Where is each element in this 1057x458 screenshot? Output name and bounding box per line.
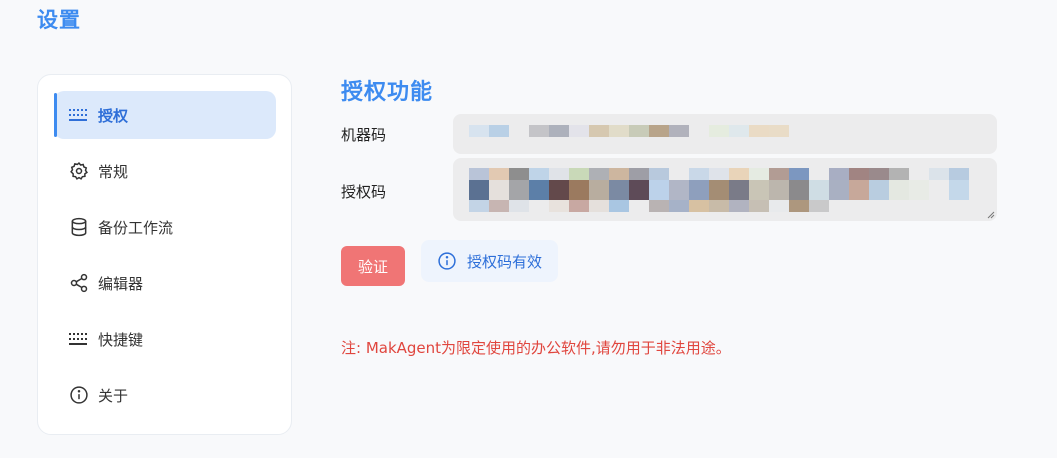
machine-code-field[interactable]	[453, 114, 997, 154]
sidebar-item-label: 关于	[98, 386, 129, 405]
sidebar-item-label: 编辑器	[98, 274, 144, 293]
gear-icon	[68, 160, 90, 182]
settings-sidebar: 授权 常规 备份工作流 编辑器 快捷键 关于	[37, 74, 292, 435]
redacted-mosaic	[469, 180, 969, 200]
status-text: 授权码有效	[467, 252, 543, 271]
info-icon	[68, 384, 90, 406]
share-nodes-icon	[68, 272, 90, 294]
section-title: 授权功能	[341, 80, 434, 105]
keyboard-icon	[68, 328, 90, 350]
usage-note: 注: MakAgent为限定使用的办公软件,请勿用于非法用途。	[341, 339, 731, 357]
sidebar-item-label: 常规	[98, 162, 129, 181]
resize-grip-icon[interactable]	[987, 211, 995, 219]
license-status-badge: 授权码有效	[421, 240, 558, 282]
verify-button[interactable]: 验证	[341, 246, 405, 286]
sidebar-item-label: 快捷键	[98, 330, 144, 349]
page-title: 设置	[37, 8, 81, 32]
sidebar-item-backup-workflow[interactable]: 备份工作流	[54, 203, 276, 251]
sidebar-item-authorization[interactable]: 授权	[54, 91, 276, 139]
info-icon	[437, 251, 457, 271]
redacted-mosaic	[469, 125, 789, 137]
redacted-mosaic	[469, 168, 969, 180]
sidebar-item-general[interactable]: 常规	[54, 147, 276, 195]
sidebar-item-label: 授权	[98, 106, 129, 125]
database-icon	[68, 216, 90, 238]
machine-code-label: 机器码	[341, 126, 387, 144]
license-code-textarea[interactable]	[453, 158, 997, 221]
sidebar-item-editor[interactable]: 编辑器	[54, 259, 276, 307]
sidebar-item-shortcuts[interactable]: 快捷键	[54, 315, 276, 363]
sidebar-item-label: 备份工作流	[98, 218, 174, 237]
redacted-mosaic	[469, 200, 829, 212]
license-code-label: 授权码	[341, 183, 387, 201]
keyboard-icon	[68, 104, 90, 126]
sidebar-item-about[interactable]: 关于	[54, 371, 276, 419]
